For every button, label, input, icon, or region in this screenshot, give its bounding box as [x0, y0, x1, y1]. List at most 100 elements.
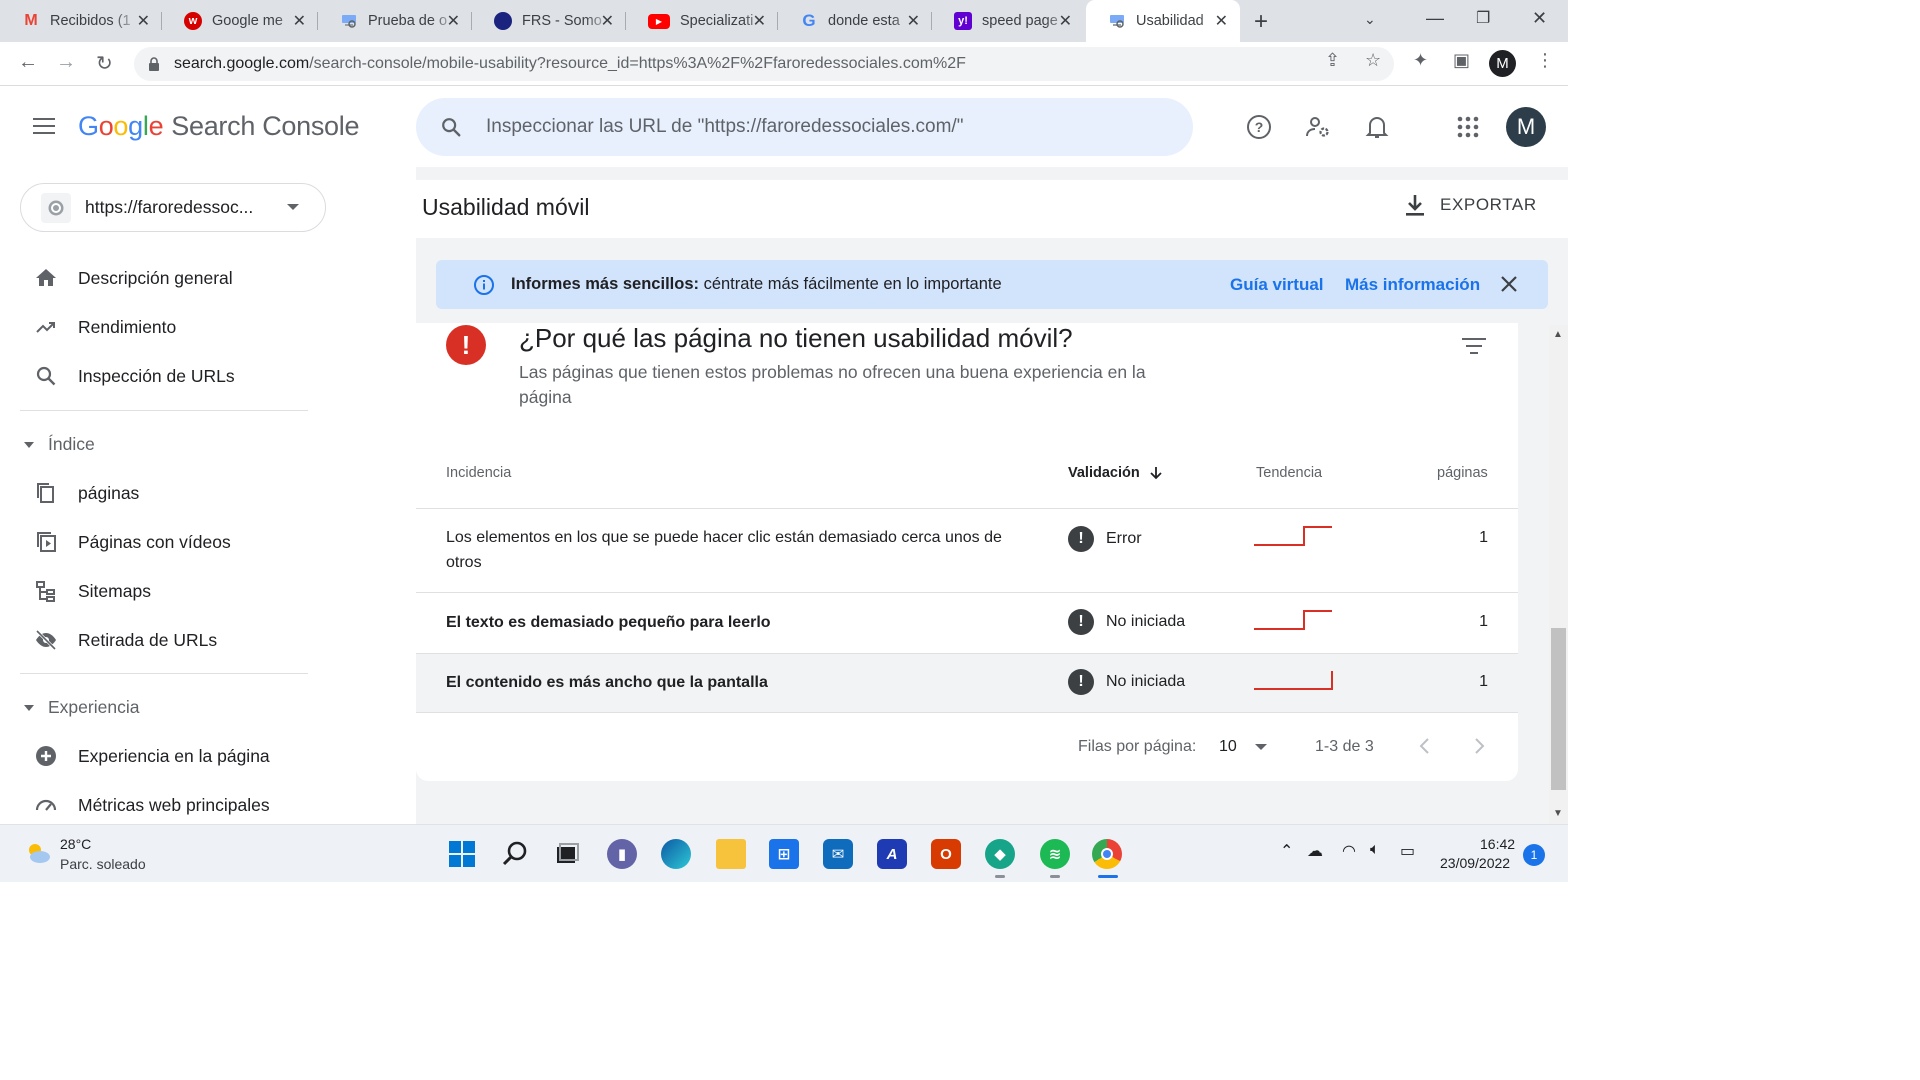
close-icon[interactable]: ✕	[907, 11, 920, 31]
edge-icon[interactable]	[661, 839, 691, 869]
notification-badge[interactable]: 1	[1523, 844, 1545, 866]
table-row[interactable]: El texto es demasiado pequeño para leerl…	[416, 592, 1518, 653]
search-console-logo[interactable]: Google Search Console	[78, 111, 360, 142]
side-panel-icon[interactable]: ▣	[1453, 50, 1470, 71]
search-icon[interactable]	[501, 839, 531, 869]
microsoft-store-icon[interactable]: ⊞	[769, 839, 799, 869]
scroll-up-icon[interactable]: ▲	[1553, 329, 1563, 340]
windows-start-icon[interactable]	[447, 839, 477, 869]
sidebar-item-url-inspection[interactable]: Inspección de URLs	[0, 354, 320, 398]
sidebar-item-page-experience[interactable]: Experiencia en la página	[0, 734, 320, 778]
account-avatar[interactable]: M	[1506, 107, 1546, 147]
close-icon[interactable]: ✕	[601, 11, 614, 31]
close-icon[interactable]: ✕	[753, 11, 766, 31]
close-icon[interactable]: ✕	[1059, 11, 1072, 31]
clock-time[interactable]: 16:42	[1480, 836, 1515, 852]
browser-tab-active[interactable]: Usabilidad ✕	[1086, 0, 1240, 42]
previous-page-icon[interactable]	[1417, 737, 1433, 755]
table-row[interactable]: El contenido es más ancho que la pantall…	[416, 653, 1518, 713]
back-icon[interactable]: ←	[18, 51, 38, 74]
sidebar-item-label: Sitemaps	[78, 580, 151, 601]
browser-tab[interactable]: w Google me ✕	[162, 0, 318, 42]
task-view-icon[interactable]	[552, 839, 582, 869]
new-tab-button[interactable]: +	[1254, 8, 1268, 36]
vpn-shield-icon[interactable]: ◆	[985, 839, 1015, 869]
close-icon[interactable]: ✕	[447, 11, 460, 31]
sidebar-item-removals[interactable]: Retirada de URLs	[0, 618, 320, 662]
weather-partly-sunny-icon[interactable]	[24, 839, 52, 867]
minimize-button[interactable]: —	[1426, 8, 1444, 29]
logo-letter: o	[113, 111, 129, 141]
search-input[interactable]	[486, 116, 1136, 138]
product-name: Search Console	[171, 111, 360, 141]
settings-user-icon[interactable]	[1305, 114, 1331, 140]
close-icon[interactable]	[1498, 273, 1520, 295]
sidebar-item-sitemaps[interactable]: Sitemaps	[0, 569, 320, 613]
info-banner: Informes más sencillos: céntrate más fác…	[436, 260, 1548, 309]
search-console-icon	[340, 12, 358, 30]
browser-tab[interactable]: y! speed page ✕	[932, 0, 1084, 42]
menu-icon[interactable]	[33, 118, 55, 139]
browser-tab[interactable]: M Recibidos (1 ✕	[0, 0, 162, 42]
file-explorer-icon[interactable]	[716, 839, 746, 869]
show-hidden-icons[interactable]: ⌃	[1280, 841, 1293, 861]
restore-button[interactable]: ❐	[1476, 8, 1490, 28]
column-header-validation[interactable]: Validación	[1068, 465, 1164, 481]
apps-grid-icon[interactable]	[1455, 114, 1481, 140]
scroll-down-icon[interactable]: ▼	[1553, 808, 1563, 819]
sidebar-item-performance[interactable]: Rendimiento	[0, 305, 320, 349]
chrome-icon[interactable]	[1092, 839, 1122, 869]
teams-chat-icon[interactable]: ▮	[607, 839, 637, 869]
browser-tab[interactable]: FRS - Somo ✕	[472, 0, 626, 42]
next-page-icon[interactable]	[1471, 737, 1487, 755]
table-row[interactable]: Los elementos en los que se puede hacer …	[416, 508, 1518, 592]
sidebar-item-pages[interactable]: páginas	[0, 471, 320, 515]
volume-icon[interactable]: 🔈︎	[1370, 841, 1380, 859]
tab-title: Recibidos (1	[50, 13, 131, 29]
clock-date[interactable]: 23/09/2022	[1440, 855, 1510, 871]
office-icon[interactable]: O	[931, 839, 961, 869]
yahoo-icon: y!	[954, 12, 972, 30]
eye-off-icon	[35, 629, 57, 651]
sidebar-section-index[interactable]: Índice	[24, 434, 95, 455]
wifi-icon[interactable]: ◠	[1342, 841, 1356, 861]
address-bar[interactable]: search.google.com/search-console/mobile-…	[134, 47, 1394, 81]
sidebar-item-video-pages[interactable]: Páginas con vídeos	[0, 520, 320, 564]
azure-icon[interactable]: A	[877, 839, 907, 869]
close-icon[interactable]: ✕	[1215, 11, 1228, 31]
close-icon[interactable]: ✕	[293, 11, 306, 31]
notifications-bell-icon[interactable]	[1364, 114, 1390, 140]
tab-search-icon[interactable]: ⌄	[1364, 11, 1376, 28]
bookmark-star-icon[interactable]: ☆	[1365, 50, 1381, 71]
mail-icon[interactable]: ✉	[823, 839, 853, 869]
sidebar-item-overview[interactable]: Descripción general	[0, 256, 320, 300]
more-info-link[interactable]: Más información	[1345, 275, 1480, 295]
virtual-guide-link[interactable]: Guía virtual	[1230, 275, 1324, 295]
sidebar-section-experience[interactable]: Experiencia	[24, 697, 139, 718]
spotify-icon[interactable]: ≋	[1040, 839, 1070, 869]
sidebar-item-core-web-vitals[interactable]: Métricas web principales	[0, 783, 320, 827]
onedrive-cloud-icon[interactable]: ☁	[1307, 841, 1323, 861]
help-icon[interactable]: ?	[1246, 114, 1272, 140]
export-button[interactable]: EXPORTAR	[1404, 193, 1537, 217]
url-inspection-search[interactable]	[416, 98, 1193, 156]
close-icon[interactable]: ✕	[137, 11, 150, 31]
property-selector[interactable]: https://faroredessoc...	[20, 183, 326, 232]
browser-tab[interactable]: G donde esta ✕	[778, 0, 932, 42]
forward-icon[interactable]: →	[56, 51, 76, 74]
reload-icon[interactable]: ↻	[96, 51, 113, 76]
battery-icon[interactable]: ▭	[1400, 841, 1415, 861]
browser-tab[interactable]: Prueba de o ✕	[318, 0, 472, 42]
globe-icon	[41, 192, 71, 223]
share-icon[interactable]: ⇪	[1325, 50, 1340, 71]
sidebar-item-label: Inspección de URLs	[78, 365, 235, 386]
browser-tab[interactable]: ▶ Specializati ✕	[626, 0, 778, 42]
close-window-button[interactable]: ✕	[1532, 8, 1547, 29]
extensions-icon[interactable]: ✦	[1413, 50, 1428, 71]
validation-label: No iniciada	[1106, 673, 1186, 690]
menu-dots-icon[interactable]: ⋮	[1536, 50, 1554, 71]
scrollbar-thumb[interactable]	[1551, 628, 1566, 790]
filter-icon[interactable]	[1461, 338, 1487, 359]
browser-profile-avatar[interactable]: M	[1489, 50, 1516, 77]
rows-per-page-select[interactable]: 10	[1219, 738, 1267, 756]
